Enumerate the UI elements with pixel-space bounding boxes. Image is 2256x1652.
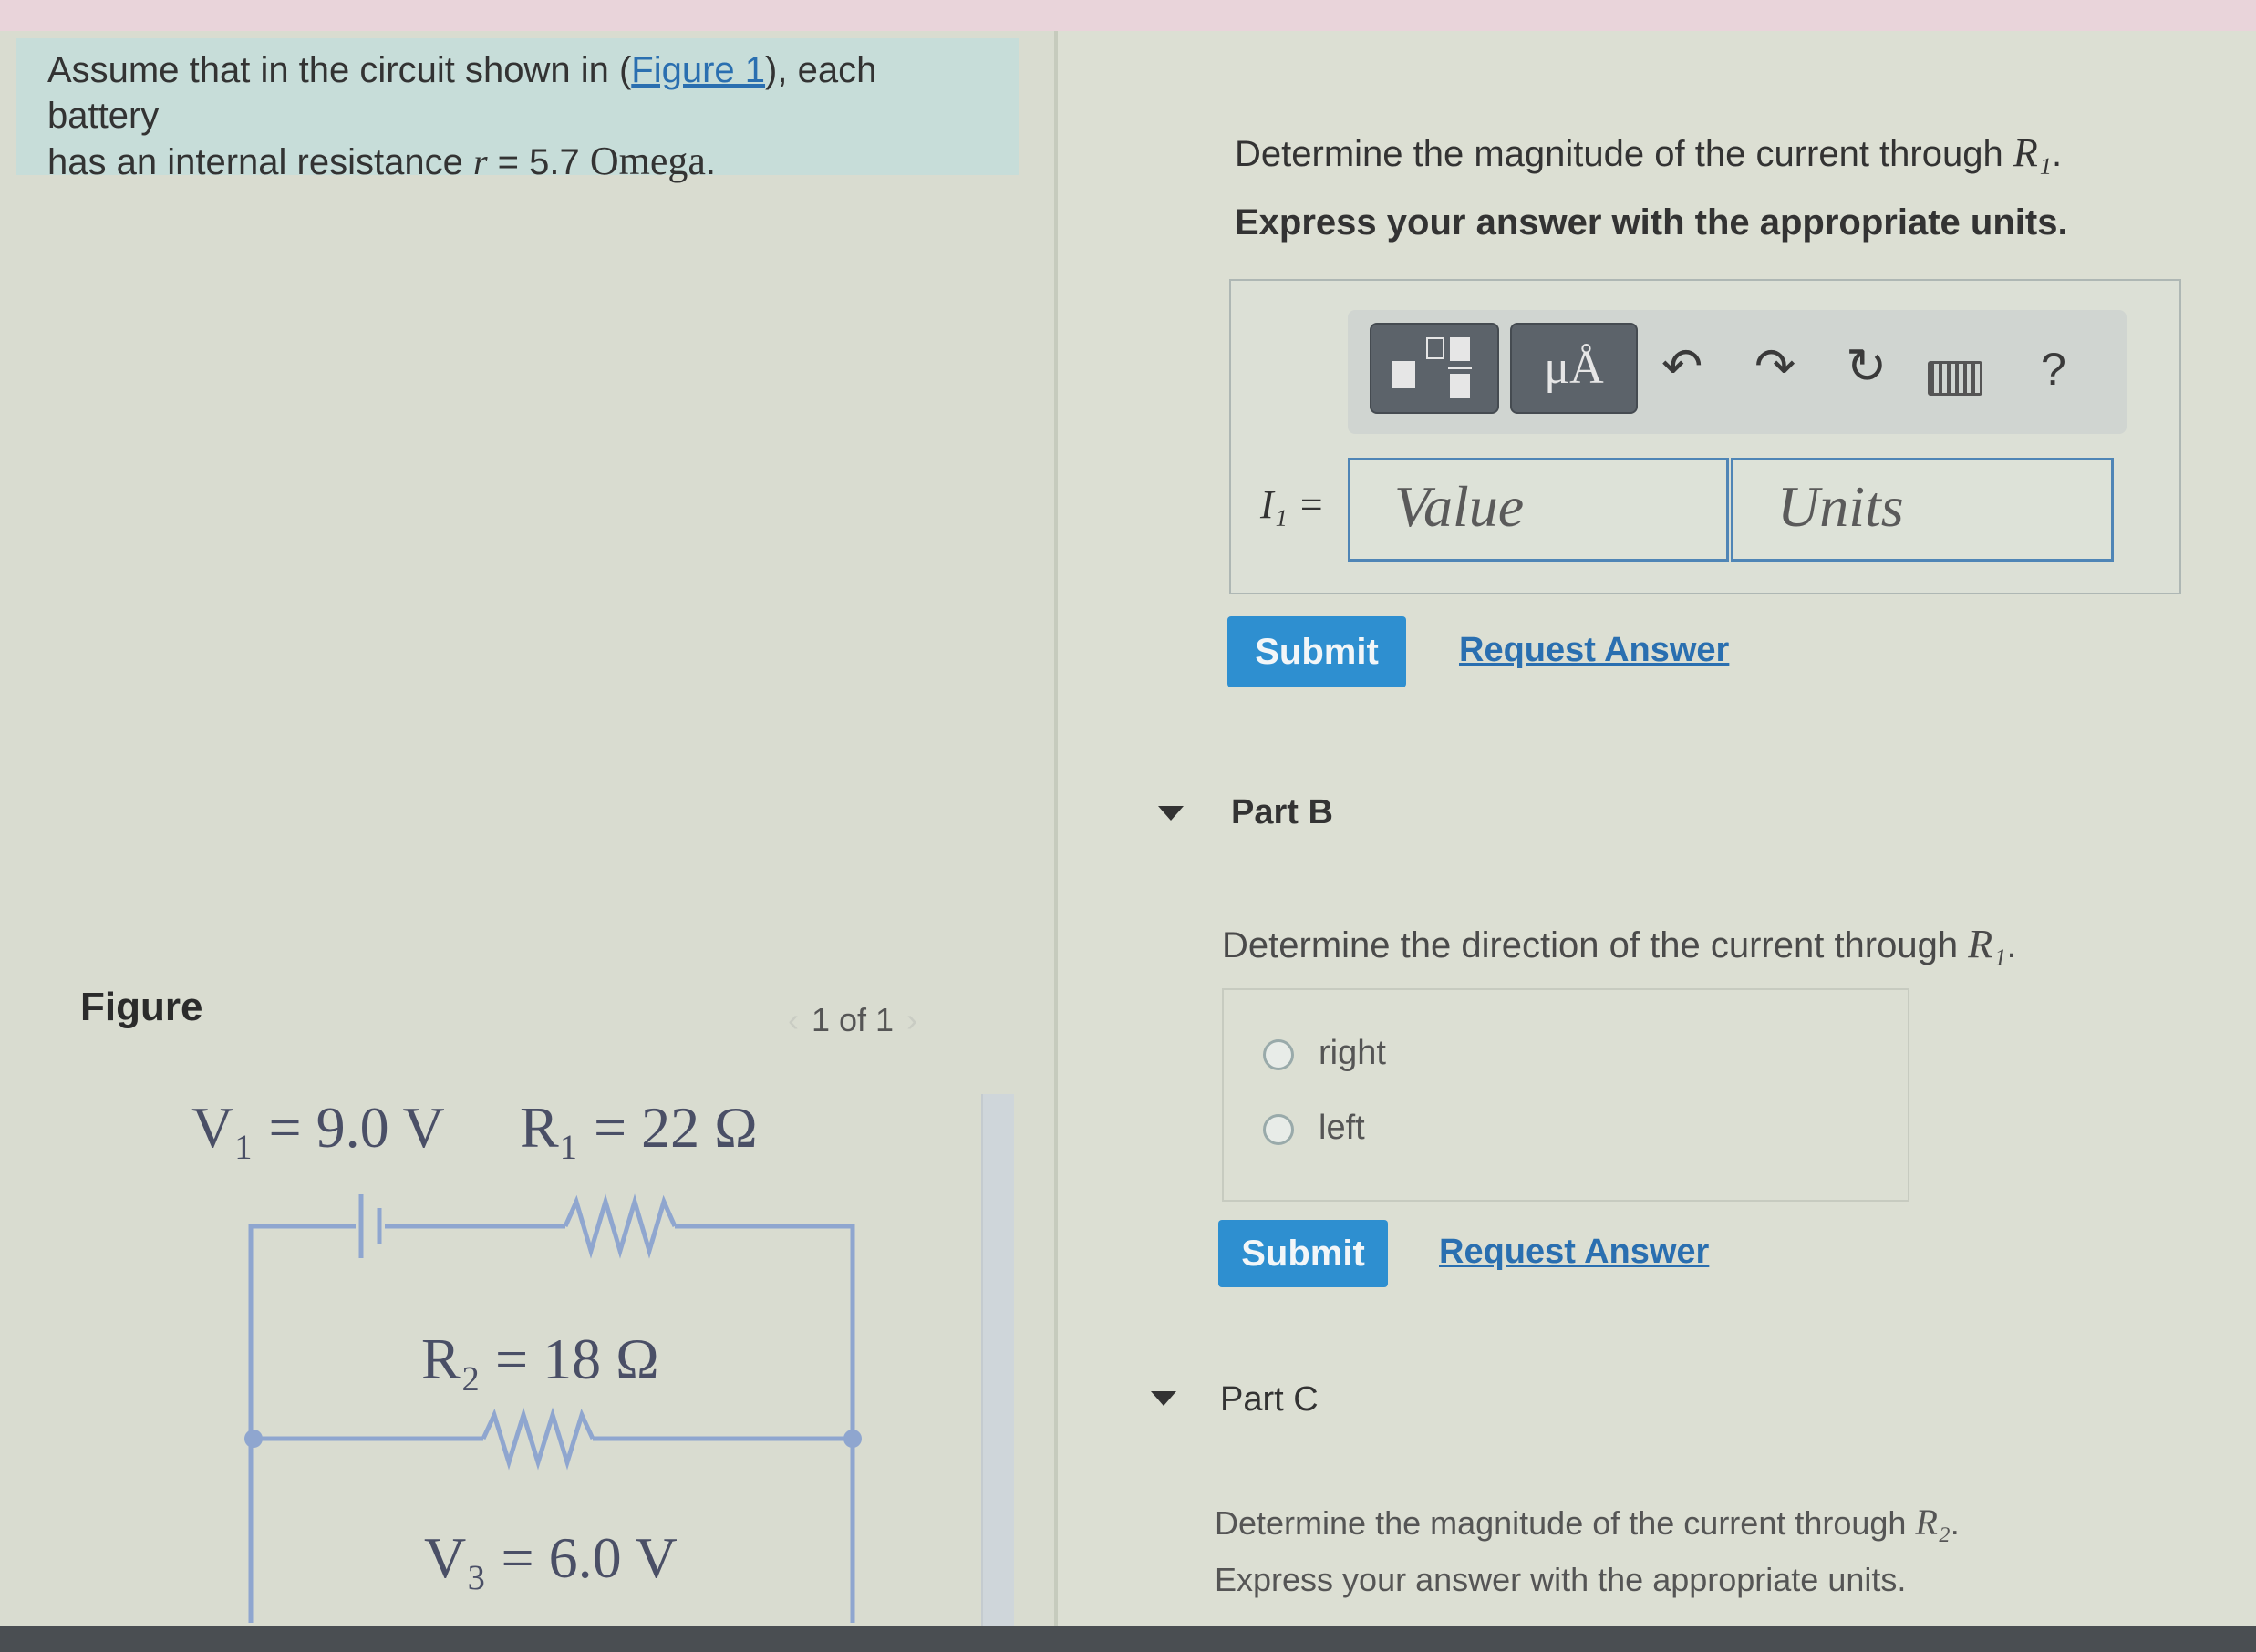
part-a-submit-button[interactable]: Submit [1227,616,1406,687]
r1-label: R₁ = 22 Ω [520,1095,758,1160]
keyboard-icon[interactable] [1928,361,1982,396]
intro-text-3: has an internal resistance [47,142,473,182]
math-toolbar: μÅ ↶ ↷ ↻ ? [1348,310,2127,434]
circuit-diagram: V₁ = 9.0 V R₁ = 22 Ω R₂ = 18 Ω V₃ = 6.0 … [191,1095,862,1623]
fraction-template-icon[interactable] [1370,323,1499,414]
part-a-question-end: . [2052,134,2063,174]
units-button[interactable]: μÅ [1510,323,1638,414]
radio-right[interactable] [1263,1039,1294,1070]
r-symbol: r [472,141,488,182]
top-strip [0,0,2256,31]
figure-pager: ‹ 1 of 1 › [775,1001,930,1039]
wire-top-right [675,1224,855,1623]
part-c-question-text: Determine the magnitude of the current t… [1215,1504,1916,1542]
part-c-label[interactable]: Part C [1220,1380,1319,1420]
chevron-right-icon[interactable]: › [906,1001,917,1038]
part-a-question: Determine the magnitude of the current t… [1235,129,2062,176]
omega-word: Omega [589,139,706,183]
v3-label: V₃ = 6.0 V [424,1525,678,1590]
part-c-collapse-icon[interactable] [1151,1391,1176,1406]
resistor-r2 [481,1407,595,1471]
part-c-question-end: . [1950,1504,1960,1542]
part-b-submit-button[interactable]: Submit [1218,1220,1388,1287]
junction-left [244,1430,263,1448]
pane-divider[interactable] [1054,31,1058,1626]
undo-icon[interactable]: ↶ [1661,337,1702,395]
wire-top-left [248,1224,356,1623]
value-placeholder: Value [1394,474,1525,539]
figure-scrollbar[interactable] [981,1094,1014,1626]
units-button-label: μÅ [1544,342,1604,394]
pager-text: 1 of 1 [812,1001,895,1038]
part-c-instruction: Express your answer with the appropriate… [1215,1561,1907,1598]
junction-right [843,1430,862,1448]
figure-link[interactable]: Figure 1 [631,50,765,90]
part-b-question-var: R₁ [1968,922,2007,966]
value-input[interactable]: Value [1348,458,1729,562]
part-a-instruction: Express your answer with the appropriate… [1235,202,2068,243]
part-b-collapse-icon[interactable] [1158,806,1184,821]
part-b-question-end: . [2006,925,2017,965]
radio-left[interactable] [1263,1114,1294,1145]
answer-variable-label: I₁ = [1260,482,1325,527]
intro-text-1: Assume that in the circuit shown in ( [47,50,632,90]
part-c-question-var: R₂ [1915,1502,1951,1543]
part-a-question-text: Determine the magnitude of the current t… [1235,134,2013,174]
r-value: = 5.7 [487,142,590,182]
units-input[interactable]: Units [1731,458,2114,562]
resistor-r1 [563,1193,678,1259]
r2-label: R₂ = 18 Ω [421,1327,659,1391]
part-b-label[interactable]: Part B [1231,793,1333,832]
part-c-question: Determine the magnitude of the current t… [1215,1501,1960,1544]
part-a-question-var: R₁ [2013,130,2053,175]
intro-period: . [705,142,717,182]
part-b-question-text: Determine the direction of the current t… [1222,925,1969,965]
chevron-left-icon[interactable]: ‹ [788,1001,799,1038]
figure-heading: Figure [80,985,203,1029]
part-b-question: Determine the direction of the current t… [1222,921,2017,967]
help-button[interactable]: ? [2041,343,2066,396]
radio-left-label[interactable]: left [1319,1109,1365,1148]
bottom-bar [0,1626,2256,1652]
part-b-request-answer-link[interactable]: Request Answer [1439,1233,1709,1272]
reset-icon[interactable]: ↻ [1846,337,1887,395]
part-a-request-answer-link[interactable]: Request Answer [1459,631,1729,670]
direction-options-box [1222,988,1909,1202]
redo-icon[interactable]: ↷ [1754,337,1795,395]
units-placeholder: Units [1777,474,1904,539]
problem-intro: Assume that in the circuit shown in (Fig… [47,47,996,185]
radio-right-label[interactable]: right [1319,1034,1386,1073]
v1-label: V₁ = 9.0 V [191,1095,445,1160]
